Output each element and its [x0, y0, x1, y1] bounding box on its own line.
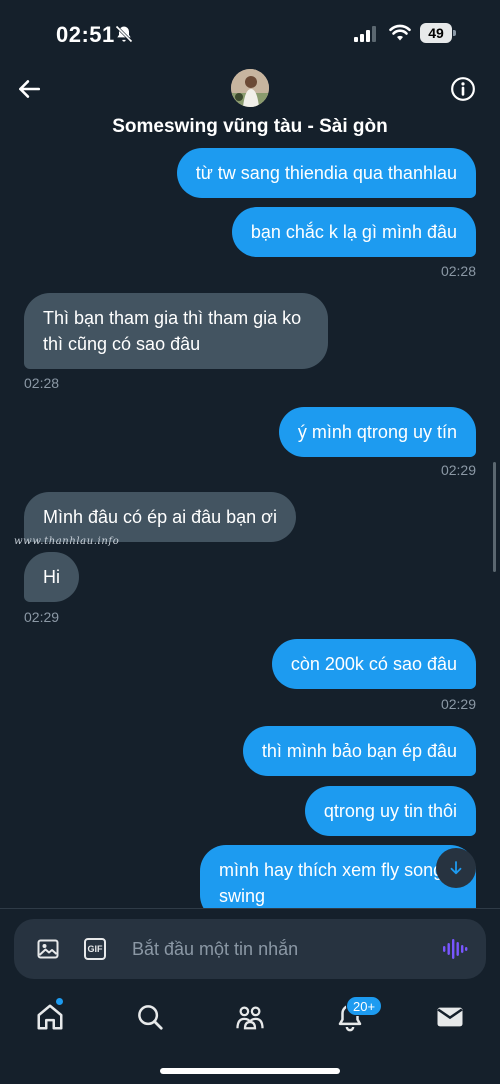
message-bubble-outgoing[interactable]: thì mình bảo bạn ép đâu — [242, 726, 476, 776]
status-time: 02:51 — [56, 22, 115, 47]
bell-muted-icon — [115, 25, 133, 43]
notifications-badge: 20+ — [346, 996, 383, 1016]
conversation-header: Someswing vũng tàu - Sài gòn — [0, 64, 500, 144]
back-arrow-icon[interactable] — [16, 76, 42, 102]
wifi-icon — [389, 24, 411, 41]
message-bubble-outgoing[interactable]: qtrong uy tin thôi — [304, 786, 476, 836]
message-timestamp: 02:29 — [440, 696, 476, 712]
avatar[interactable] — [231, 69, 269, 107]
message-timestamp: 02:29 — [440, 462, 476, 478]
conversation-title[interactable]: Someswing vũng tàu - Sài gòn — [0, 116, 500, 138]
message-thread[interactable]: từ tw sang thiendia qua thanhlau bạn chắ… — [0, 144, 500, 908]
message-timestamp: 02:28 — [24, 375, 60, 391]
scrollbar[interactable] — [493, 462, 496, 572]
cellular-signal-icon — [354, 26, 376, 42]
message-bubble-outgoing[interactable]: ý mình qtrong uy tín — [278, 407, 476, 457]
info-icon[interactable] — [450, 76, 476, 102]
message-bubble-outgoing[interactable]: từ tw sang thiendia qua thanhlau — [176, 148, 476, 198]
bottom-tab-bar: 20+ — [0, 988, 500, 1084]
message-bubble-incoming[interactable]: Thì bạn tham gia thì tham gia ko thì cũn… — [24, 293, 328, 369]
message-bubble-incoming[interactable]: Mình đâu có ép ai đâu bạn ơi — [24, 492, 296, 542]
gif-button[interactable]: GIF — [84, 938, 106, 960]
home-indicator[interactable] — [160, 1068, 340, 1074]
messages-envelope-icon[interactable] — [435, 1002, 465, 1032]
arrow-down-icon — [450, 861, 462, 875]
battery-level: 49 — [420, 23, 452, 43]
message-timestamp: 02:29 — [24, 609, 60, 625]
status-bar: 02:51 49 — [0, 0, 500, 64]
watermark-text: www.thanhlau.info — [14, 536, 120, 547]
message-bubble-incoming[interactable]: Hi — [24, 552, 79, 602]
message-bubble-outgoing[interactable]: bạn chắc k lạ gì mình đâu — [231, 207, 476, 257]
message-composer: GIF — [14, 919, 486, 979]
battery-icon: 49 — [420, 23, 456, 43]
unread-dot — [56, 998, 63, 1005]
message-bubble-outgoing[interactable]: còn 200k có sao đâu — [271, 639, 476, 689]
composer-bar: GIF — [0, 908, 500, 988]
image-icon[interactable] — [36, 937, 60, 961]
message-input[interactable] — [132, 919, 432, 979]
voice-message-icon[interactable] — [442, 936, 468, 962]
message-bubble-outgoing[interactable]: mình hay thích xem fly song swing — [200, 845, 476, 908]
scroll-to-bottom-button[interactable] — [436, 848, 476, 888]
home-icon[interactable] — [35, 1002, 65, 1032]
communities-icon[interactable] — [235, 1002, 265, 1032]
search-icon[interactable] — [135, 1002, 165, 1032]
message-timestamp: 02:28 — [440, 263, 476, 279]
